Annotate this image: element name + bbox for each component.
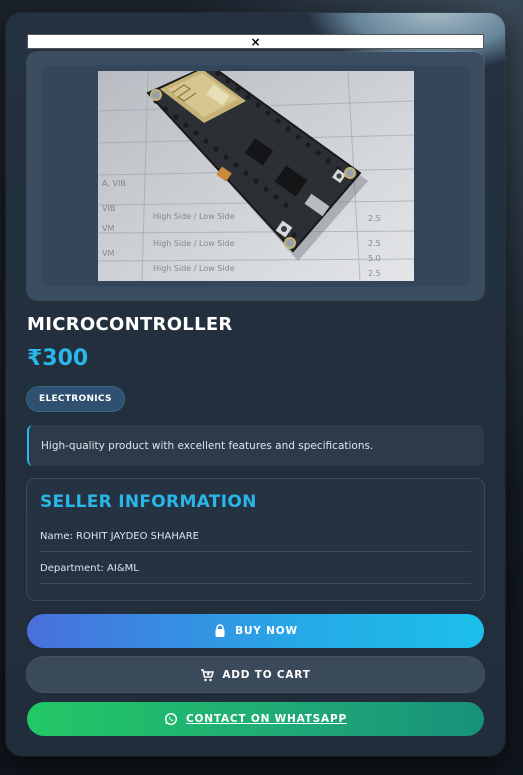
seller-info-card: SELLER INFORMATION Name: ROHIT JAYDEO SH… (27, 479, 484, 600)
add-to-cart-label: ADD TO CART (222, 668, 311, 681)
cart-plus-icon (200, 668, 215, 682)
svg-text:VM: VM (102, 224, 114, 233)
svg-text:VM: VM (102, 249, 114, 258)
seller-name: Name: ROHIT JAYDEO SHAHARE (40, 521, 471, 552)
seller-info-heading: SELLER INFORMATION (40, 492, 257, 512)
svg-text:A, VIB: A, VIB (102, 179, 126, 188)
svg-text:High Side / Low Side: High Side / Low Side (153, 212, 235, 221)
product-image-card: High Side / Low Side High Side / Low Sid… (27, 52, 484, 300)
contact-whatsapp-label: CONTACT ON WHATSAPP (186, 713, 347, 725)
whatsapp-icon (164, 712, 178, 726)
close-icon: × (250, 34, 261, 49)
shopping-bag-icon (213, 624, 227, 638)
product-image: High Side / Low Side High Side / Low Sid… (98, 71, 414, 281)
svg-text:2.5: 2.5 (368, 214, 381, 223)
svg-text:2.5: 2.5 (368, 239, 381, 248)
close-button[interactable]: × (27, 34, 484, 49)
svg-text:High Side / Low Side: High Side / Low Side (153, 264, 235, 273)
product-image-frame: High Side / Low Side High Side / Low Sid… (41, 65, 470, 287)
seller-department: Department: AI&ML (40, 553, 471, 584)
contact-whatsapp-button[interactable]: CONTACT ON WHATSAPP (27, 702, 484, 736)
svg-text:VIB: VIB (102, 204, 115, 213)
add-to-cart-button[interactable]: ADD TO CART (27, 657, 484, 692)
buy-now-label: BUY NOW (235, 625, 298, 637)
svg-text:5.0: 5.0 (368, 254, 381, 263)
svg-text:2.5: 2.5 (368, 269, 381, 278)
buy-now-button[interactable]: BUY NOW (27, 614, 484, 648)
product-price: ₹300 (27, 346, 89, 371)
category-badge: ELECTRONICS (27, 387, 124, 411)
product-description: High-quality product with excellent feat… (27, 425, 484, 466)
product-modal: × High Side / Low Side High Side / Low S… (6, 13, 505, 756)
svg-text:High Side / Low Side: High Side / Low Side (153, 239, 235, 248)
product-title: MICROCONTROLLER (27, 314, 233, 335)
